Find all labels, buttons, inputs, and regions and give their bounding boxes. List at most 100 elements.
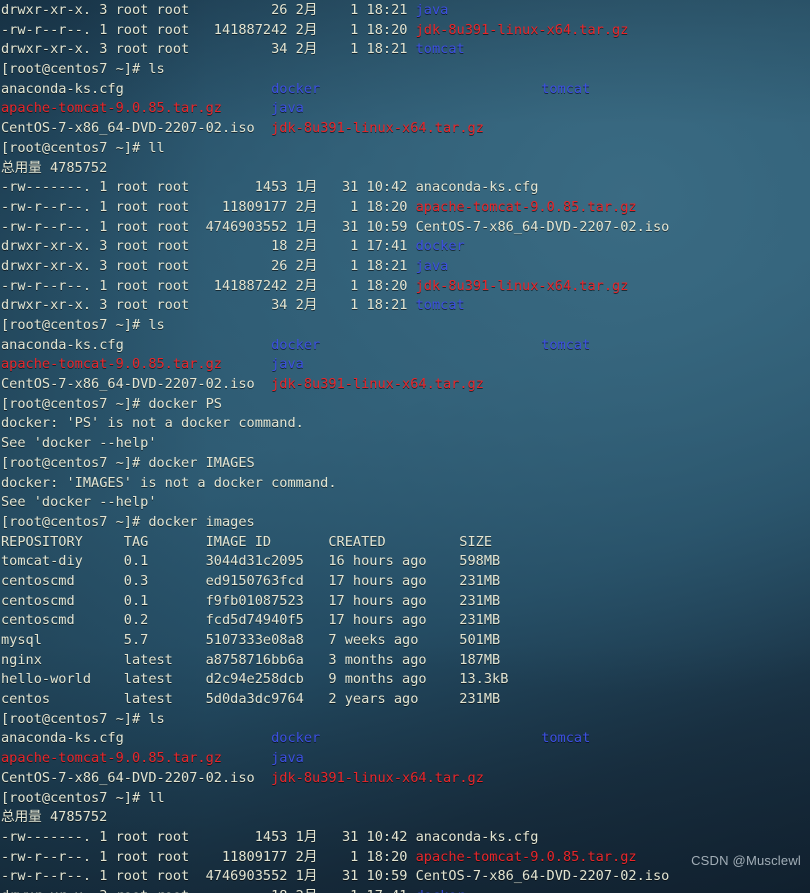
terminal-text-segment: nginx latest a8758716bb6a 3 months ago 1… xyxy=(1,651,501,668)
terminal-output-line: drwxr-xr-x. 3 root root 26 2月 1 18:21 ja… xyxy=(1,257,810,277)
terminal-output-line: centos latest 5d0da3dc9764 2 years ago 2… xyxy=(1,690,810,710)
terminal-text-segment: jdk-8u391-linux-x64.tar.gz xyxy=(271,376,484,393)
terminal-output-line: hello-world latest d2c94e258dcb 9 months… xyxy=(1,670,810,690)
terminal-output-line: -rw-r--r--. 1 root root 4746903552 1月 31… xyxy=(1,218,810,238)
terminal-output-line: CentOS-7-x86_64-DVD-2207-02.iso jdk-8u39… xyxy=(1,375,810,395)
terminal-output-line: anaconda-ks.cfg docker tomcat xyxy=(1,336,810,356)
terminal-text-segment: drwxr-xr-x. 3 root root 18 2月 1 17:41 xyxy=(1,888,416,893)
terminal-output-line: centoscmd 0.3 ed9150763fcd 17 hours ago … xyxy=(1,572,810,592)
terminal-text-segment: 总用量 4785752 xyxy=(1,809,108,826)
terminal-text-segment: drwxr-xr-x. 3 root root 34 2月 1 18:21 xyxy=(1,297,416,314)
terminal-text-segment: drwxr-xr-x. 3 root root 26 2月 1 18:21 xyxy=(1,2,416,18)
terminal-screen[interactable]: drwxr-xr-x. 3 root root 26 2月 1 18:21 ja… xyxy=(0,0,810,893)
terminal-text-segment: [root@centos7 ~]# ls xyxy=(1,317,165,333)
terminal-text-segment: centoscmd 0.1 f9fb01087523 17 hours ago … xyxy=(1,592,501,609)
terminal-text-segment: java xyxy=(415,2,449,18)
terminal-text-segment: docker: 'IMAGES' is not a docker command… xyxy=(1,474,337,491)
terminal-command-line: [root@centos7 ~]# docker images xyxy=(1,513,810,533)
terminal-output-line: drwxr-xr-x. 3 root root 34 2月 1 18:21 to… xyxy=(1,40,810,60)
terminal-text-segment: java xyxy=(271,356,304,373)
terminal-output-line: -rw-r--r--. 1 root root 11809177 2月 1 18… xyxy=(1,848,810,868)
terminal-output-line: -rw-r--r--. 1 root root 11809177 2月 1 18… xyxy=(1,198,810,218)
terminal-text-segment: CentOS-7-x86_64-DVD-2207-02.iso xyxy=(1,120,255,137)
terminal-text-segment: -rw-r--r--. 1 root root 11809177 2月 1 18… xyxy=(1,848,416,865)
terminal-text-segment: tomcat xyxy=(541,730,591,747)
terminal-text-segment: anaconda-ks.cfg xyxy=(1,336,124,353)
terminal-text-segment: drwxr-xr-x. 3 root root 26 2月 1 18:21 xyxy=(1,257,416,274)
terminal-text-segment: tomcat xyxy=(541,336,591,353)
terminal-text-segment: See 'docker --help' xyxy=(1,435,157,452)
terminal-text-segment: apache-tomcat-9.0.85.tar.gz xyxy=(1,356,222,373)
terminal-output-line: docker: 'IMAGES' is not a docker command… xyxy=(1,474,810,494)
terminal-output-line: 总用量 4785752 xyxy=(1,159,810,179)
terminal-text-segment: java xyxy=(271,100,304,117)
csdn-watermark: CSDN @Musclewl xyxy=(691,853,801,869)
terminal-text-segment: docker xyxy=(271,336,321,353)
terminal-command-line: [root@centos7 ~]# ll xyxy=(1,139,810,159)
terminal-text-segment: docker xyxy=(271,80,321,97)
terminal-output-line: centoscmd 0.1 f9fb01087523 17 hours ago … xyxy=(1,592,810,612)
terminal-text-segment: [root@centos7 ~]# ll xyxy=(1,789,165,806)
terminal-text-segment: -rw-------. 1 root root 1453 1月 31 10:42… xyxy=(1,828,539,845)
terminal-output-line: apache-tomcat-9.0.85.tar.gz java xyxy=(1,749,810,769)
terminal-command-line: [root@centos7 ~]# ls xyxy=(1,60,810,80)
terminal-text-segment: tomcat-diy 0.1 3044d31c2095 16 hours ago… xyxy=(1,553,501,570)
terminal-text-segment: hello-world latest d2c94e258dcb 9 months… xyxy=(1,671,509,688)
terminal-text-segment: CentOS-7-x86_64-DVD-2207-02.iso xyxy=(1,769,255,786)
terminal-text-segment: drwxr-xr-x. 3 root root 18 2月 1 17:41 xyxy=(1,238,416,255)
terminal-text-segment: anaconda-ks.cfg xyxy=(1,80,124,97)
terminal-text-segment: jdk-8u391-linux-x64.tar.gz xyxy=(271,120,484,137)
terminal-output-line: nginx latest a8758716bb6a 3 months ago 1… xyxy=(1,651,810,671)
terminal-output-line: See 'docker --help' xyxy=(1,493,810,513)
terminal-text-segment: REPOSITORY TAG IMAGE ID CREATED SIZE xyxy=(1,533,493,550)
terminal-text-segment: See 'docker --help' xyxy=(1,494,157,511)
terminal-output-line: anaconda-ks.cfg docker tomcat xyxy=(1,80,810,100)
terminal-text-segment: [root@centos7 ~]# ls xyxy=(1,61,165,78)
terminal-text-segment: docker: 'PS' is not a docker command. xyxy=(1,415,304,432)
terminal-output-line: drwxr-xr-x. 3 root root 18 2月 1 17:41 do… xyxy=(1,237,810,257)
terminal-output-line: drwxr-xr-x. 3 root root 26 2月 1 18:21 ja… xyxy=(1,1,810,21)
terminal-output-line: anaconda-ks.cfg docker tomcat xyxy=(1,729,810,749)
terminal-text-segment: centoscmd 0.3 ed9150763fcd 17 hours ago … xyxy=(1,572,501,589)
terminal-text-segment: tomcat xyxy=(415,41,465,58)
terminal-window[interactable]: drwxr-xr-x. 3 root root 26 2月 1 18:21 ja… xyxy=(0,0,810,893)
terminal-output-line: docker: 'PS' is not a docker command. xyxy=(1,414,810,434)
terminal-output-line: apache-tomcat-9.0.85.tar.gz java xyxy=(1,355,810,375)
terminal-command-line: [root@centos7 ~]# docker IMAGES xyxy=(1,454,810,474)
terminal-text-segment: CentOS-7-x86_64-DVD-2207-02.iso xyxy=(1,376,255,393)
terminal-text-segment: [root@centos7 ~]# docker images xyxy=(1,513,255,530)
terminal-text-segment: anaconda-ks.cfg xyxy=(1,730,124,747)
terminal-text-segment: 总用量 4785752 xyxy=(1,159,108,176)
terminal-command-line: [root@centos7 ~]# ll xyxy=(1,789,810,809)
terminal-output-line: -rw-r--r--. 1 root root 141887242 2月 1 1… xyxy=(1,277,810,297)
terminal-text-segment: [root@centos7 ~]# ll xyxy=(1,139,165,156)
terminal-text-segment: docker xyxy=(415,238,465,255)
terminal-text-segment: centoscmd 0.2 fcd5d74940f5 17 hours ago … xyxy=(1,612,501,629)
terminal-text-segment: apache-tomcat-9.0.85.tar.gz xyxy=(415,198,637,215)
terminal-output-line: drwxr-xr-x. 3 root root 18 2月 1 17:41 do… xyxy=(1,887,810,893)
terminal-text-segment: mysql 5.7 5107333e08a8 7 weeks ago 501MB xyxy=(1,632,501,648)
terminal-output-line: CentOS-7-x86_64-DVD-2207-02.iso jdk-8u39… xyxy=(1,769,810,789)
terminal-text-segment: [root@centos7 ~]# ls xyxy=(1,710,165,727)
terminal-output-line: See 'docker --help' xyxy=(1,434,810,454)
terminal-command-line: [root@centos7 ~]# docker PS xyxy=(1,395,810,415)
terminal-command-line: [root@centos7 ~]# ls xyxy=(1,316,810,336)
terminal-text-segment: -rw-r--r--. 1 root root 4746903552 1月 31… xyxy=(1,868,670,885)
terminal-text-segment: -rw-------. 1 root root 1453 1月 31 10:42… xyxy=(1,179,539,196)
terminal-output-line: -rw-r--r--. 1 root root 141887242 2月 1 1… xyxy=(1,21,810,41)
terminal-text-segment: jdk-8u391-linux-x64.tar.gz xyxy=(271,769,484,786)
terminal-text-segment: apache-tomcat-9.0.85.tar.gz xyxy=(1,750,222,767)
terminal-text-segment: apache-tomcat-9.0.85.tar.gz xyxy=(1,100,222,117)
terminal-output-line: mysql 5.7 5107333e08a8 7 weeks ago 501MB xyxy=(1,631,810,651)
terminal-output-line: tomcat-diy 0.1 3044d31c2095 16 hours ago… xyxy=(1,552,810,572)
